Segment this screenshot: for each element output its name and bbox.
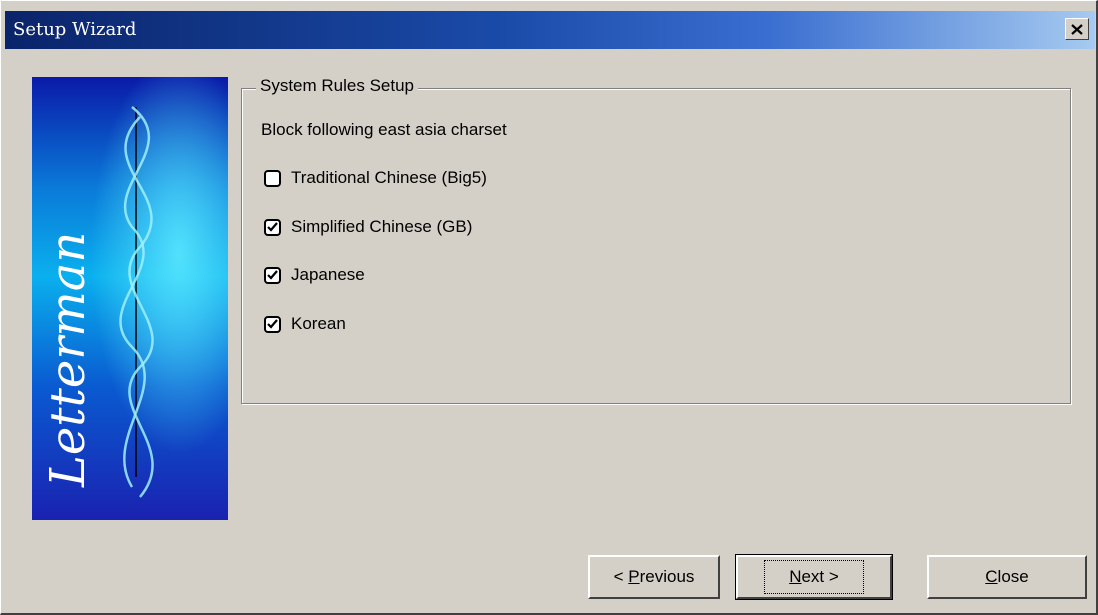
checkmark-icon <box>267 270 278 280</box>
window-title: Setup Wizard <box>13 19 137 40</box>
previous-prefix: < <box>613 567 629 586</box>
checkbox-japanese[interactable]: Japanese <box>264 265 365 285</box>
checkbox-traditional-chinese[interactable]: Traditional Chinese (Big5) <box>264 168 487 188</box>
close-rest: lose <box>997 567 1029 586</box>
setup-wizard-window: Setup Wizard Letterman System Rules Setu… <box>0 0 1098 615</box>
checkbox-korean[interactable]: Korean <box>264 314 346 334</box>
checkbox-label: Japanese <box>291 265 365 284</box>
next-button-label: Next > <box>764 560 864 594</box>
banner-logo-text: Letterman <box>40 232 96 488</box>
checkmark-icon <box>267 222 278 232</box>
checkmark-icon <box>267 319 278 329</box>
next-rest: ext > <box>801 567 839 586</box>
checkbox-label: Traditional Chinese (Big5) <box>291 168 487 187</box>
checkbox-label: Simplified Chinese (GB) <box>291 217 473 236</box>
next-mnemonic: N <box>789 567 802 586</box>
previous-rest: revious <box>639 567 695 586</box>
title-bar[interactable]: Setup Wizard <box>5 11 1095 49</box>
checkbox-box[interactable] <box>264 218 281 236</box>
previous-button[interactable]: < Previous <box>588 555 720 599</box>
checkbox-box[interactable] <box>264 315 281 333</box>
checkbox-label: Korean <box>291 314 346 333</box>
letterman-banner-image: Letterman <box>32 77 228 520</box>
instruction-text: Block following east asia charset <box>261 120 507 139</box>
checkbox-box[interactable] <box>264 169 281 187</box>
previous-mnemonic: P <box>628 567 640 586</box>
checkbox-box[interactable] <box>264 266 281 284</box>
close-button-label: Close <box>985 567 1028 587</box>
next-button[interactable]: Next > <box>735 554 893 600</box>
close-button[interactable]: Close <box>927 555 1087 599</box>
previous-button-label: < Previous <box>614 567 695 587</box>
close-mnemonic: C <box>985 567 998 586</box>
checkbox-simplified-chinese[interactable]: Simplified Chinese (GB) <box>264 217 472 237</box>
close-x-icon <box>1071 23 1083 35</box>
groupbox-title: System Rules Setup <box>256 76 419 96</box>
close-window-button[interactable] <box>1065 18 1089 40</box>
system-rules-groupbox: System Rules Setup Block following east … <box>241 76 1071 404</box>
